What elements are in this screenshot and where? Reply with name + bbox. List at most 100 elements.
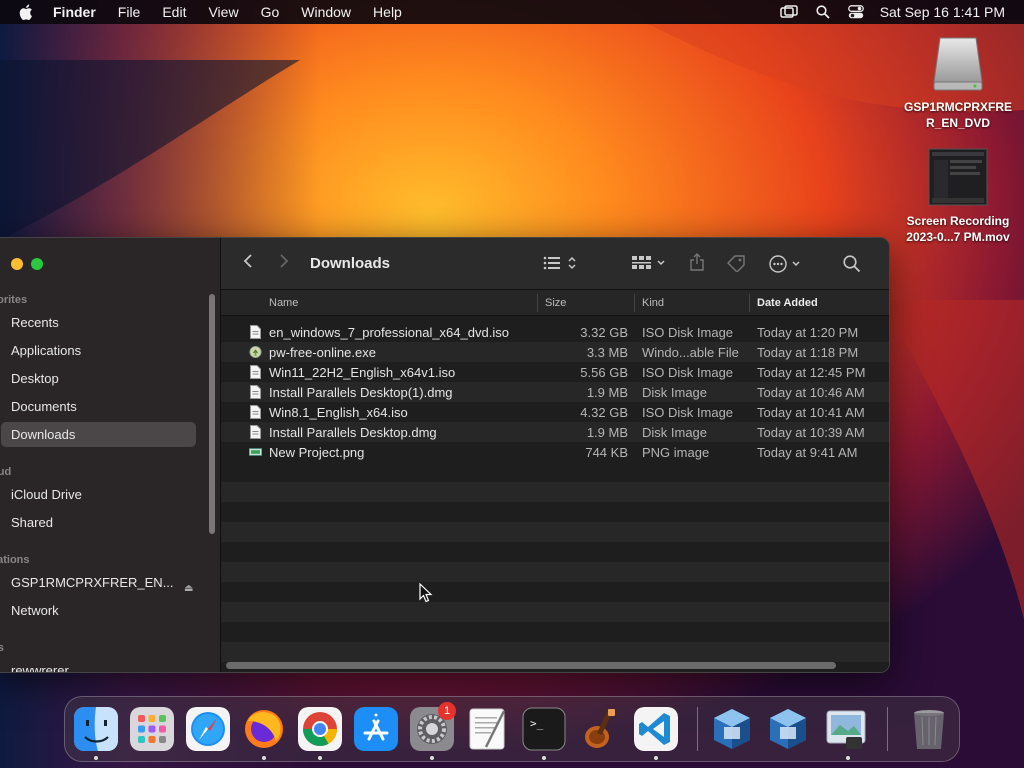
- zoom-window-button[interactable]: [31, 258, 43, 270]
- column-date-added-header[interactable]: Date Added: [757, 297, 818, 309]
- menu-bar: Finder File Edit View Go Window Help Sat…: [0, 0, 1024, 24]
- control-center-icon[interactable]: [847, 5, 864, 19]
- menu-window[interactable]: Window: [301, 4, 351, 20]
- file-kind: PNG image: [642, 445, 710, 460]
- terminal-icon[interactable]: >_: [522, 707, 566, 751]
- file-name: New Project.png: [269, 445, 365, 460]
- finder-icon[interactable]: [74, 707, 118, 751]
- file-kind: Disk Image: [642, 425, 708, 440]
- window-title: Downloads: [310, 255, 391, 272]
- action-menu-button[interactable]: [769, 255, 803, 278]
- app-store-icon[interactable]: [354, 707, 398, 751]
- column-divider[interactable]: [634, 294, 635, 312]
- mouse-cursor-icon: [419, 583, 433, 603]
- finder-toolbar: Downloads: [221, 238, 889, 290]
- virtualbox-icon[interactable]: [710, 707, 754, 751]
- chevron-right-icon: [280, 254, 289, 268]
- running-indicator: [654, 756, 658, 760]
- empty-row: [221, 562, 889, 582]
- chrome-icon[interactable]: [298, 707, 342, 751]
- file-date-added: Today at 12:45 PM: [757, 365, 866, 380]
- ellipsis-circle-icon: [769, 255, 800, 273]
- sidebar-scrollbar[interactable]: [209, 294, 215, 534]
- menu-help[interactable]: Help: [373, 4, 402, 20]
- dock-separator: [887, 707, 888, 751]
- column-kind-header[interactable]: Kind: [642, 297, 664, 309]
- search-button[interactable]: [843, 255, 861, 278]
- file-row[interactable]: Install Parallels Desktop(1).dmg 1.9 MB …: [221, 382, 889, 402]
- file-row[interactable]: Install Parallels Desktop.dmg 1.9 MB Dis…: [221, 422, 889, 442]
- file-name: pw-free-online.exe: [269, 345, 376, 360]
- file-date-added: Today at 9:41 AM: [757, 445, 858, 460]
- garageband-icon[interactable]: [578, 707, 622, 751]
- firefox-icon[interactable]: [242, 707, 286, 751]
- list-view-button[interactable]: [543, 255, 579, 276]
- group-button[interactable]: [632, 256, 668, 275]
- sidebar-item-recents[interactable]: Recents: [1, 310, 196, 335]
- apple-menu-icon[interactable]: [19, 4, 33, 20]
- running-indicator: [94, 756, 98, 760]
- menu-go[interactable]: Go: [261, 4, 280, 20]
- minimize-window-button[interactable]: [11, 258, 23, 270]
- sidebar-item-shared[interactable]: Shared: [1, 510, 196, 535]
- virtualbox-icon[interactable]: [766, 707, 810, 751]
- chevron-left-icon: [243, 254, 252, 268]
- empty-row: [221, 482, 889, 502]
- desktop-item-label: Screen Recording 2023-0...7 PM.mov: [906, 214, 1010, 244]
- file-row[interactable]: Win8.1_English_x64.iso 4.32 GB ISO Disk …: [221, 402, 889, 422]
- sidebar-section-favorites: vorites: [0, 294, 28, 306]
- share-button[interactable]: [689, 253, 705, 276]
- safari-icon[interactable]: [186, 707, 230, 751]
- screen-mirroring-icon[interactable]: [779, 5, 798, 19]
- file-size: 3.32 GB: [580, 325, 628, 340]
- back-button[interactable]: [243, 253, 253, 274]
- list-view-icon: [543, 256, 576, 270]
- sidebar-item-network[interactable]: Network: [1, 598, 196, 623]
- sidebar-item-applications[interactable]: Applications: [1, 338, 196, 363]
- file-name: Win8.1_English_x64.iso: [269, 405, 408, 420]
- file-row[interactable]: New Project.png 744 KB PNG image Today a…: [221, 442, 889, 462]
- preview-icon[interactable]: [824, 707, 868, 751]
- menu-file[interactable]: File: [118, 4, 141, 20]
- launchpad-icon[interactable]: [130, 707, 174, 751]
- vscode-icon[interactable]: [634, 707, 678, 751]
- sidebar-item-tag[interactable]: rewwrerer: [1, 658, 196, 672]
- menu-edit[interactable]: Edit: [162, 4, 186, 20]
- document-icon: [250, 425, 261, 439]
- column-size-header[interactable]: Size: [545, 297, 566, 309]
- menu-app-name[interactable]: Finder: [53, 4, 96, 20]
- file-name: Win11_22H2_English_x64v1.iso: [269, 365, 456, 380]
- sidebar-item-downloads[interactable]: Downloads: [1, 422, 196, 447]
- tags-button[interactable]: [726, 254, 746, 277]
- file-kind: Windo...able File: [642, 345, 739, 360]
- sidebar-section-icloud: oud: [0, 466, 12, 478]
- file-row[interactable]: Win11_22H2_English_x64v1.iso 5.56 GB ISO…: [221, 362, 889, 382]
- svg-text:>_: >_: [530, 717, 544, 730]
- tag-icon: [727, 255, 745, 273]
- column-header: Name Size Kind Date Added: [221, 290, 889, 316]
- menu-bar-clock[interactable]: Sat Sep 16 1:41 PM: [880, 4, 1005, 20]
- menu-view[interactable]: View: [208, 4, 238, 20]
- file-size: 744 KB: [585, 445, 628, 460]
- sidebar-item-icloud-drive[interactable]: iCloud Drive: [1, 482, 196, 507]
- file-row[interactable]: pw-free-online.exe 3.3 MB Windo...able F…: [221, 342, 889, 362]
- spotlight-search-icon[interactable]: [816, 5, 830, 19]
- file-name: Install Parallels Desktop(1).dmg: [269, 385, 453, 400]
- desktop-item-dvd[interactable]: GSP1RMCPRXFRE R_EN_DVD: [898, 34, 1018, 131]
- column-divider[interactable]: [749, 294, 750, 312]
- trash-icon[interactable]: [907, 707, 951, 751]
- file-row[interactable]: en_windows_7_professional_x64_dvd.iso 3.…: [221, 322, 889, 342]
- column-name-header[interactable]: Name: [269, 297, 298, 309]
- file-date-added: Today at 10:46 AM: [757, 385, 865, 400]
- desktop-item-screen-recording[interactable]: Screen Recording 2023-0...7 PM.mov: [898, 148, 1018, 245]
- textedit-icon[interactable]: [466, 707, 510, 751]
- horizontal-scrollbar[interactable]: [226, 662, 836, 669]
- column-divider[interactable]: [537, 294, 538, 312]
- file-size: 1.9 MB: [586, 385, 628, 400]
- finder-content: Downloads Name Size Kind Date Added en_w…: [221, 238, 889, 672]
- sidebar-item-desktop[interactable]: Desktop: [1, 366, 196, 391]
- forward-button[interactable]: [279, 253, 289, 274]
- finder-window: vorites Recents Applications Desktop Doc…: [0, 237, 890, 673]
- sidebar-item-dvd-volume[interactable]: GSP1RMCPRXFRER_EN... ⏏: [1, 570, 196, 595]
- sidebar-item-documents[interactable]: Documents: [1, 394, 196, 419]
